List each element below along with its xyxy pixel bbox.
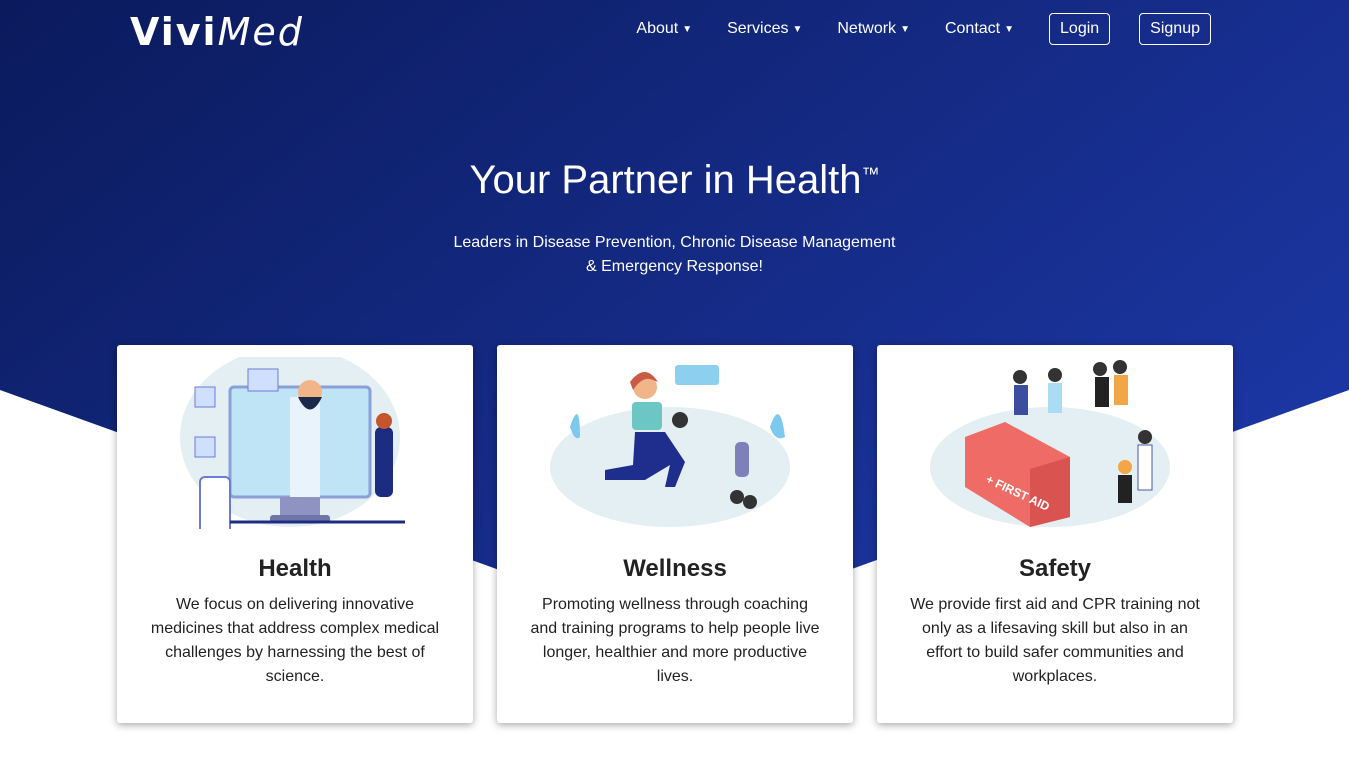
nav-network[interactable]: Network ▼ [837,20,910,38]
chevron-down-icon: ▼ [682,23,693,35]
chevron-down-icon: ▼ [792,23,803,35]
first-aid-illustration: + FIRST AID [930,360,1170,527]
card-title: Wellness [623,555,727,582]
navbar: ViviMed About ▼ Services ▼ Network ▼ Contac… [0,0,1349,60]
card-health: Health We focus on delivering innovative… [117,345,473,723]
card-text: Promoting wellness through coaching and … [530,596,820,685]
nav-menu: About ▼ Services ▼ Network ▼ Contact ▼ Login… [601,13,1211,45]
chevron-down-icon: ▼ [900,23,910,35]
card-title: Safety [1018,555,1092,582]
card-wellness: Wellness Promoting wellness through coac… [497,345,853,723]
card-text: We provide first aid and CPR training no… [910,596,1200,685]
nav-about[interactable]: About ▼ [636,20,692,38]
card-safety: + FIRST AID Safety We provide first aid … [877,345,1233,723]
nav-contact[interactable]: Contact ▼ [945,20,1014,38]
fitness-illustration [550,365,790,527]
login-button[interactable]: Login [1049,13,1111,45]
telemedicine-illustration [180,357,405,529]
chevron-down-icon: ▼ [1004,23,1015,35]
card-text: We focus on delivering innovative medici… [150,596,440,685]
logo[interactable]: ViviMed [130,10,304,54]
hero-title: Your Partner in Health™ [469,158,880,202]
nav-services[interactable]: Services ▼ [727,20,802,38]
signup-button[interactable]: Signup [1139,13,1211,45]
card-title: Health [258,555,332,582]
hero-subtitle: Leaders in Disease Prevention, Chronic D… [453,234,896,275]
